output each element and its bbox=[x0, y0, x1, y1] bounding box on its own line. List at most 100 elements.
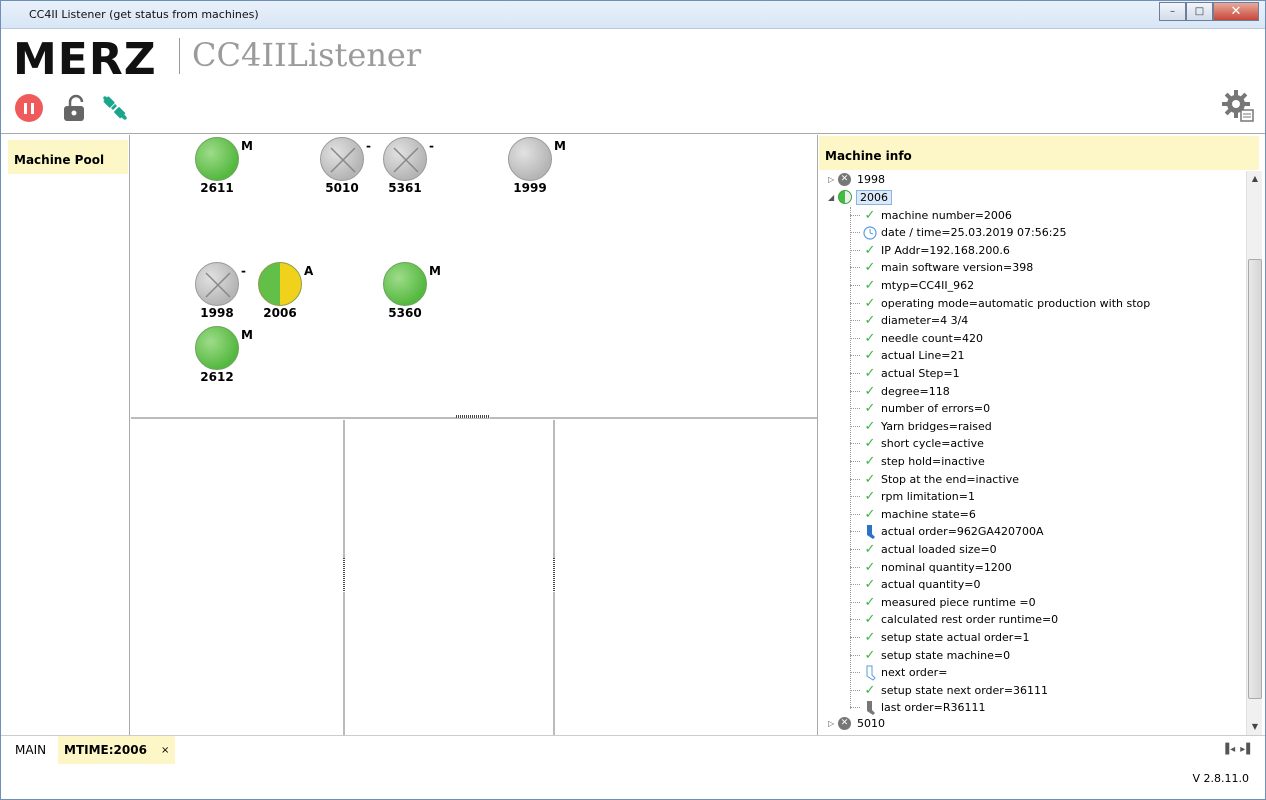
tree-detail-item[interactable]: ✓ actual Step=1 bbox=[850, 365, 960, 381]
tree-detail-item[interactable]: last order=R36111 bbox=[850, 700, 986, 716]
tree-detail-text: actual order=962GA420700A bbox=[881, 525, 1044, 539]
settings-button[interactable] bbox=[1221, 89, 1255, 123]
machine-1999[interactable]: M 1999 bbox=[505, 135, 566, 195]
tree-detail-text: nominal quantity=1200 bbox=[881, 560, 1012, 574]
tree-detail-item[interactable]: ✓ IP Addr=192.168.200.6 bbox=[850, 242, 1010, 258]
machine-5361[interactable]: - 5361 bbox=[380, 135, 440, 195]
tree-detail-item[interactable]: ✓ Stop at the end=inactive bbox=[850, 471, 1019, 487]
machine-5360[interactable]: M 5360 bbox=[380, 260, 441, 320]
tree-detail-item[interactable]: ✓ actual loaded size=0 bbox=[850, 541, 997, 557]
minimize-button[interactable]: – bbox=[1159, 2, 1186, 21]
tree-detail-item[interactable]: ✓ setup state machine=0 bbox=[850, 647, 1010, 663]
tree-detail-item[interactable]: ✓ actual Line=21 bbox=[850, 348, 965, 364]
tree-detail-item[interactable]: ✓ setup state actual order=1 bbox=[850, 629, 1030, 645]
close-tab-icon[interactable]: × bbox=[161, 745, 169, 756]
tree-detail-text: measured piece runtime =0 bbox=[881, 595, 1036, 609]
vertical-splitter-2[interactable] bbox=[553, 558, 555, 592]
half-status-icon bbox=[838, 190, 852, 204]
tree-node-2006[interactable]: ◢ 2006 bbox=[828, 189, 892, 205]
machine-2611[interactable]: M 2611 bbox=[192, 135, 253, 195]
tree-detail-text: machine number=2006 bbox=[881, 208, 1012, 222]
horizontal-splitter[interactable] bbox=[456, 415, 490, 418]
tree-detail-item[interactable]: ✓ short cycle=active bbox=[850, 436, 984, 452]
tree-connector bbox=[850, 566, 860, 568]
tree-detail-item[interactable]: ✓ number of errors=0 bbox=[850, 401, 990, 417]
tab-mtime-2006[interactable]: MTIME:2006 × bbox=[58, 736, 176, 764]
tree-connector bbox=[850, 689, 860, 691]
tab-label: MTIME:2006 bbox=[64, 743, 147, 757]
close-button[interactable]: ✕ bbox=[1213, 2, 1259, 21]
app-name: CC4IIListener bbox=[192, 36, 422, 74]
tree-connector bbox=[850, 496, 860, 498]
machine-flag: M bbox=[429, 264, 441, 278]
unlock-icon bbox=[64, 94, 84, 121]
machine-5010[interactable]: - 5010 bbox=[317, 135, 377, 195]
machine-flag: M bbox=[554, 139, 566, 153]
tree-detail-item[interactable]: ✓ Yarn bridges=raised bbox=[850, 418, 992, 434]
tree-connector bbox=[850, 408, 860, 410]
tree-detail-item[interactable]: ✓ actual quantity=0 bbox=[850, 577, 980, 593]
collapse-icon[interactable]: ◢ bbox=[828, 193, 838, 202]
scroll-thumb[interactable] bbox=[1248, 259, 1262, 699]
vertical-splitter-1[interactable] bbox=[343, 558, 345, 592]
check-icon: ✓ bbox=[864, 260, 876, 276]
tree-detail-item[interactable]: ✓ machine number=2006 bbox=[850, 207, 1012, 223]
tree-node-1998[interactable]: ▷ ✕ 1998 bbox=[828, 171, 885, 187]
tree-detail-text: needle count=420 bbox=[881, 331, 984, 345]
tree-connector bbox=[850, 355, 860, 357]
expand-icon[interactable]: ▷ bbox=[828, 175, 838, 184]
machine-number: 5360 bbox=[388, 306, 422, 320]
version-label: V 2.8.11.0 bbox=[1192, 772, 1249, 785]
tree-detail-text: operating mode=automatic production with… bbox=[881, 296, 1151, 310]
tree-detail-item[interactable]: ✓ rpm limitation=1 bbox=[850, 489, 975, 505]
scroll-down-icon[interactable]: ▼ bbox=[1247, 719, 1263, 735]
pause-button[interactable] bbox=[14, 93, 44, 123]
check-icon: ✓ bbox=[864, 541, 876, 557]
expand-icon[interactable]: ▷ bbox=[828, 719, 838, 728]
tree-detail-text: machine state=6 bbox=[881, 507, 976, 521]
machine-2612[interactable]: M 2612 bbox=[192, 324, 253, 384]
machine-1998[interactable]: - 1998 bbox=[192, 260, 252, 320]
tree-detail-item[interactable]: ✓ step hold=inactive bbox=[850, 453, 985, 469]
tree-detail-item[interactable]: actual order=962GA420700A bbox=[850, 524, 1043, 540]
tree-scrollbar[interactable]: ▲ ▼ bbox=[1246, 171, 1262, 735]
status-green-icon bbox=[195, 326, 239, 370]
tree-detail-item[interactable]: ✓ measured piece runtime =0 bbox=[850, 594, 1036, 610]
tree-detail-text: IP Addr=192.168.200.6 bbox=[881, 243, 1010, 257]
tree-detail-item[interactable]: ✓ degree=118 bbox=[850, 383, 950, 399]
check-icon: ✓ bbox=[864, 559, 876, 575]
tree-connector bbox=[850, 443, 860, 445]
machine-flag: - bbox=[429, 139, 434, 153]
machine-number: 5361 bbox=[388, 181, 422, 195]
app-window: CC4II Listener (get status from machines… bbox=[0, 0, 1266, 800]
tree-detail-item[interactable]: next order= bbox=[850, 665, 947, 681]
tree-detail-item[interactable]: ✓ operating mode=automatic production wit… bbox=[850, 295, 1150, 311]
tree-detail-item[interactable]: ✓ mtyp=CC4II_962 bbox=[850, 277, 974, 293]
tree-detail-item[interactable]: date / time=25.03.2019 07:56:25 bbox=[850, 225, 1066, 241]
maximize-button[interactable]: □ bbox=[1186, 2, 1213, 21]
merz-logo: MERZ bbox=[13, 34, 157, 85]
logo-divider bbox=[179, 38, 180, 74]
check-icon: ✓ bbox=[864, 207, 876, 223]
tree-detail-item[interactable]: ✓ calculated rest order runtime=0 bbox=[850, 612, 1058, 628]
unlock-button[interactable] bbox=[59, 93, 89, 123]
machine-2006[interactable]: A 2006 bbox=[255, 260, 315, 320]
connection-button[interactable] bbox=[100, 93, 130, 123]
status-half-icon bbox=[258, 262, 302, 306]
tree-detail-item[interactable]: ✓ nominal quantity=1200 bbox=[850, 559, 1012, 575]
tree-detail-item[interactable]: ✓ needle count=420 bbox=[850, 330, 983, 346]
machine-flag: - bbox=[241, 264, 246, 278]
sock-icon bbox=[862, 524, 878, 540]
scroll-up-icon[interactable]: ▲ bbox=[1247, 171, 1263, 187]
check-icon: ✓ bbox=[864, 348, 876, 364]
tree-detail-item[interactable]: ✓ main software version=398 bbox=[850, 260, 1033, 276]
tab-navigation-icon[interactable]: ▐◂ ▸▌ bbox=[1221, 744, 1255, 755]
tree-detail-item[interactable]: ✓ diameter=4 3/4 bbox=[850, 313, 968, 329]
tree-detail-item[interactable]: ✓ machine state=6 bbox=[850, 506, 976, 522]
machine-number: 2006 bbox=[263, 306, 297, 320]
check-icon: ✓ bbox=[864, 471, 876, 487]
tree-node-5010[interactable]: ▷ ✕ 5010 bbox=[828, 715, 885, 731]
tree-detail-item[interactable]: ✓ setup state next order=36111 bbox=[850, 682, 1048, 698]
status-bar: V 2.8.11.0 bbox=[1, 765, 1265, 799]
tab-main[interactable]: MAIN bbox=[9, 736, 52, 764]
